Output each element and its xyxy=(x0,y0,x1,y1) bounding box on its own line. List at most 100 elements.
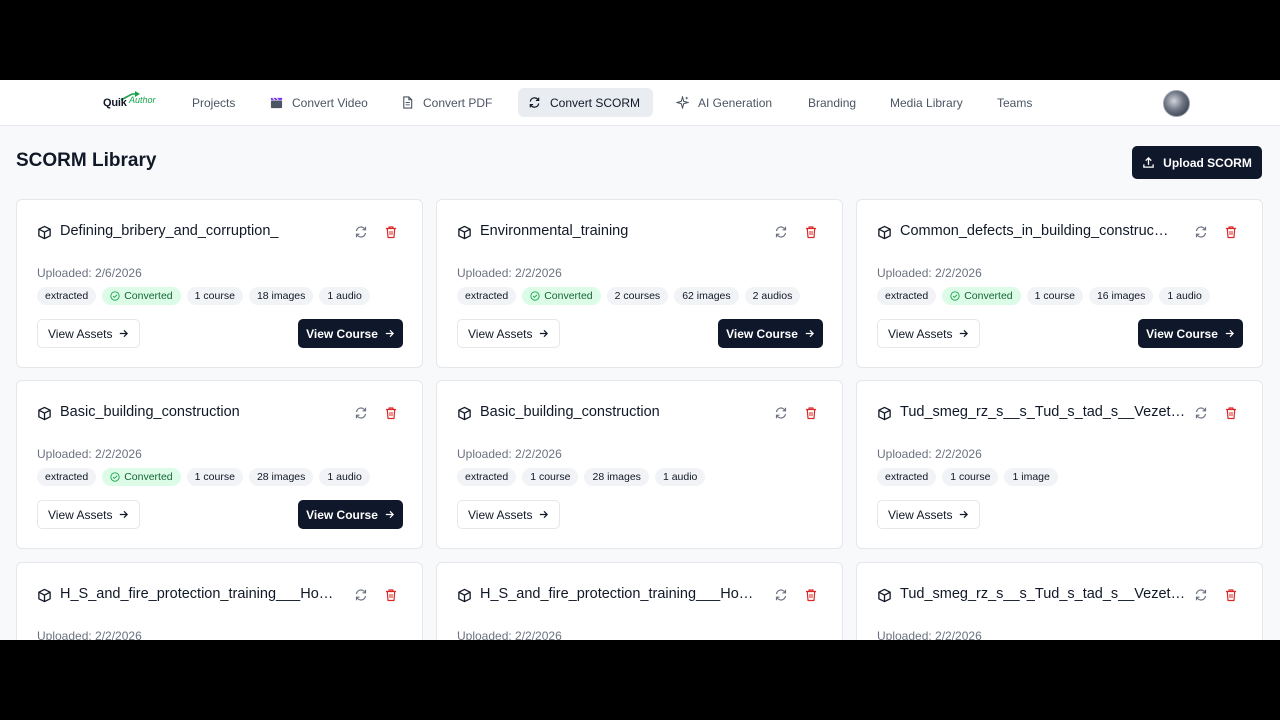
package-icon xyxy=(457,406,472,421)
check-circle-icon xyxy=(530,291,540,301)
tag-label: Converted xyxy=(124,290,173,302)
nav-teams[interactable]: Teams xyxy=(987,88,1042,117)
trash-icon[interactable] xyxy=(1224,588,1238,602)
refresh-icon[interactable] xyxy=(1194,225,1208,239)
trash-icon[interactable] xyxy=(384,406,398,420)
view-assets-button[interactable]: View Assets xyxy=(37,319,141,348)
tag-list: extracted Converted 2 courses 62 images 2 au… xyxy=(457,287,801,305)
card-title[interactable]: Basic_building_construction xyxy=(480,404,770,420)
refresh-icon[interactable] xyxy=(1194,588,1208,602)
scorm-card: Tud_smeg_rz_s__s_Tud_s_tad_s__Vezet… Uplo… xyxy=(856,562,1263,640)
tag-badge: 1 audio xyxy=(319,287,370,305)
tag-badge: extracted xyxy=(457,287,517,305)
tag-label: 2 courses xyxy=(614,290,661,302)
card-title[interactable]: H_S_and_fire_protection_training___Ho… xyxy=(480,586,770,602)
arrow-right-icon xyxy=(118,509,129,520)
view-course-button[interactable]: View Course xyxy=(1138,319,1243,348)
trash-icon[interactable] xyxy=(384,588,398,602)
nav-convert-video[interactable]: Convert Video xyxy=(260,88,378,117)
view-assets-button[interactable]: View Assets xyxy=(37,500,141,529)
button-label: View Course xyxy=(306,326,378,341)
package-icon xyxy=(37,406,52,421)
tag-badge: 1 image xyxy=(1004,468,1058,486)
scorm-card: Basic_building_construction Uploaded: 2/2… xyxy=(16,380,423,549)
card-title[interactable]: Common_defects_in_building_construc… xyxy=(900,223,1190,239)
tag-label: 16 images xyxy=(1096,290,1146,302)
nav-projects[interactable]: Projects xyxy=(182,88,245,117)
trash-icon[interactable] xyxy=(384,225,398,239)
nav-media-library[interactable]: Media Library xyxy=(880,88,973,117)
view-course-button[interactable]: View Course xyxy=(298,319,403,348)
tag-list: extracted 1 course 28 images 1 audio xyxy=(457,468,706,486)
card-title[interactable]: Environmental_training xyxy=(480,223,770,239)
tag-label: 1 course xyxy=(1034,290,1075,302)
view-course-button[interactable]: View Course xyxy=(298,500,403,529)
card-title[interactable]: Defining_bribery_and_corruption_ xyxy=(60,223,350,239)
nav-label: Teams xyxy=(997,95,1033,110)
card-title[interactable]: Basic_building_construction xyxy=(60,404,350,420)
view-assets-button[interactable]: View Assets xyxy=(877,500,981,529)
trash-icon[interactable] xyxy=(804,588,818,602)
upload-date: Uploaded: 2/2/2026 xyxy=(457,447,562,461)
tag-badge: extracted xyxy=(37,468,97,486)
refresh-icon[interactable] xyxy=(1194,406,1208,420)
trash-icon[interactable] xyxy=(1224,225,1238,239)
refresh-icon[interactable] xyxy=(774,225,788,239)
upload-scorm-button[interactable]: Upload SCORM xyxy=(1132,146,1262,179)
nav-convert-pdf[interactable]: Convert PDF xyxy=(391,88,502,117)
nav-label: Convert PDF xyxy=(423,95,493,110)
tag-badge: 2 audios xyxy=(744,287,801,305)
tag-list: extracted Converted 1 course 16 images 1 aud… xyxy=(877,287,1210,305)
tag-label: 62 images xyxy=(682,290,731,302)
package-icon xyxy=(37,225,52,240)
tag-badge: 16 images xyxy=(1088,287,1154,305)
card-title[interactable]: Tud_smeg_rz_s__s_Tud_s_tad_s__Vezet… xyxy=(900,586,1190,602)
tag-label: 1 course xyxy=(950,471,991,483)
tag-badge: 1 course xyxy=(522,468,579,486)
top-nav: Quik Author Projects Convert Video Conve… xyxy=(0,80,1280,126)
tag-badge: 1 course xyxy=(1026,287,1083,305)
tag-badge: 1 course xyxy=(186,287,243,305)
nav-ai-generation[interactable]: AI Generation xyxy=(666,88,782,117)
tag-badge: 1 audio xyxy=(319,468,370,486)
view-course-button[interactable]: View Course xyxy=(718,319,823,348)
card-title[interactable]: H_S_and_fire_protection_training___Ho… xyxy=(60,586,350,602)
nav-label: Branding xyxy=(808,95,857,110)
converted-badge: Converted xyxy=(942,287,1021,305)
nav-label: Media Library xyxy=(890,95,963,110)
logo[interactable]: Quik Author xyxy=(103,91,165,114)
refresh-icon[interactable] xyxy=(774,406,788,420)
upload-date: Uploaded: 2/2/2026 xyxy=(877,266,982,280)
nav-convert-scorm[interactable]: Convert SCORM xyxy=(518,88,653,117)
button-label: View Assets xyxy=(48,507,113,522)
button-label: View Assets xyxy=(468,326,533,341)
app-window: Quik Author Projects Convert Video Conve… xyxy=(0,80,1280,640)
refresh-icon[interactable] xyxy=(354,406,368,420)
user-avatar[interactable] xyxy=(1163,90,1190,117)
nav-label: Convert SCORM xyxy=(550,95,641,110)
tag-label: extracted xyxy=(465,471,509,483)
view-assets-button[interactable]: View Assets xyxy=(457,319,561,348)
nav-branding[interactable]: Branding xyxy=(798,88,866,117)
view-assets-button[interactable]: View Assets xyxy=(457,500,561,529)
package-icon xyxy=(877,225,892,240)
tag-label: 1 image xyxy=(1012,471,1050,483)
tag-label: 1 course xyxy=(530,471,571,483)
view-assets-button[interactable]: View Assets xyxy=(877,319,981,348)
arrow-right-icon xyxy=(538,509,549,520)
tag-badge: 62 images xyxy=(674,287,739,305)
button-label: View Assets xyxy=(888,507,953,522)
upload-label: Upload SCORM xyxy=(1163,155,1252,170)
package-icon xyxy=(877,588,892,603)
trash-icon[interactable] xyxy=(804,406,818,420)
refresh-icon[interactable] xyxy=(354,588,368,602)
button-label: View Course xyxy=(1146,326,1218,341)
upload-date: Uploaded: 2/2/2026 xyxy=(877,629,982,640)
arrow-right-icon xyxy=(958,509,969,520)
refresh-icon[interactable] xyxy=(354,225,368,239)
trash-icon[interactable] xyxy=(1224,406,1238,420)
refresh-icon[interactable] xyxy=(774,588,788,602)
trash-icon[interactable] xyxy=(804,225,818,239)
tag-label: extracted xyxy=(885,290,929,302)
card-title[interactable]: Tud_smeg_rz_s__s_Tud_s_tad_s__Vezet… xyxy=(900,404,1190,420)
